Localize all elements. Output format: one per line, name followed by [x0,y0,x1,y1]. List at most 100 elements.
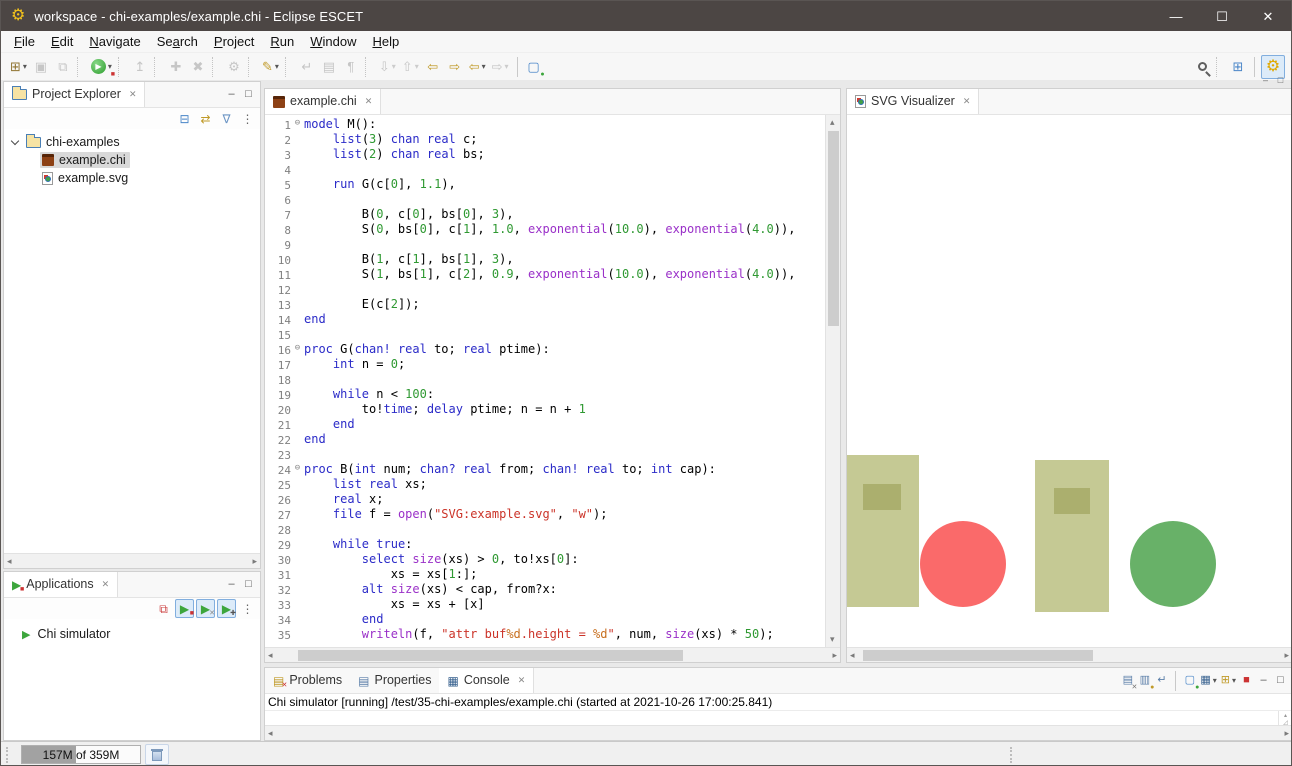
menu-navigate[interactable]: Navigate [81,34,148,49]
tab-project-explorer[interactable]: Project Explorer✕ [4,82,145,107]
statusbar-grip[interactable] [1010,747,1014,763]
code-line[interactable]: 35 writeln(f, "attr buf%d.height = %d", … [265,627,825,642]
code-line[interactable]: 4 [265,162,825,177]
minimize-view-button[interactable]: – [223,576,240,594]
tab-console[interactable]: ▦Console✕ [439,668,534,693]
open-perspective-button[interactable]: ⊞ [1228,56,1248,78]
pin-editor-button[interactable]: ▢● [524,56,544,78]
tab-applications[interactable]: ▶■Applications✕ [4,572,118,597]
auto-remove-button[interactable]: ▶✕ [196,599,215,618]
scroll-up-icon[interactable]: ▴ [830,118,835,127]
code-line[interactable]: 32 alt size(xs) < cap, from?x: [265,582,825,597]
run-garbage-collector-button[interactable] [145,744,169,765]
minimize-view-button[interactable]: – [223,86,240,104]
scroll-right-icon[interactable]: ▸ [1284,651,1289,660]
console-hscrollbar[interactable]: ◂ ▸ [265,725,1292,740]
scroll-right-icon[interactable]: ▸ [1284,729,1289,738]
scroll-down-icon[interactable]: ▾ [830,635,835,644]
open-console-button[interactable]: ⊞▾ [1219,671,1238,691]
code-line[interactable]: 11 S(1, bs[1], c[2], 0.9, exponential(10… [265,267,825,282]
code-line[interactable]: 34 end [265,612,825,627]
code-line[interactable]: 8 S(0, bs[0], c[1], 1.0, exponential(10.… [265,222,825,237]
code-line[interactable]: 21 end [265,417,825,432]
editor-vscroll-thumb[interactable] [828,131,839,326]
fold-collapse-icon[interactable]: ⊖ [291,462,304,477]
tree-item-example-chi[interactable]: example.chi [4,151,260,169]
tab-example-chi[interactable]: example.chi✕ [265,89,381,114]
close-icon[interactable]: ✕ [365,96,373,107]
window-close-button[interactable]: ✕ [1245,1,1291,31]
scroll-left-icon[interactable]: ◂ [268,651,273,660]
console-word-wrap-button[interactable]: ↵ [1153,671,1170,691]
dropdown-arrow-icon[interactable]: ▾ [482,62,486,71]
code-line[interactable]: 13 E(c[2]); [265,297,825,312]
chevron-expanded-icon[interactable] [11,136,19,144]
scroll-right-icon[interactable]: ▸ [252,557,257,566]
restore-view-button[interactable]: □ [1273,74,1288,87]
code-line[interactable]: 7 B(0, c[0], bs[0], 3), [265,207,825,222]
menu-file[interactable]: File [6,34,43,49]
dropdown-arrow-icon[interactable]: ▾ [275,62,279,71]
editor-hscroll-thumb[interactable] [298,650,683,661]
menu-run[interactable]: Run [262,34,302,49]
close-icon[interactable]: ✕ [518,675,526,686]
code-line[interactable]: 31 xs = xs[1:]; [265,567,825,582]
code-line[interactable]: 22end [265,432,825,447]
view-menu-button[interactable]: ⋮ [238,109,257,128]
code-line[interactable]: 2 list(3) chan real c; [265,132,825,147]
code-line[interactable]: 19 while n < 100: [265,387,825,402]
window-maximize-button[interactable]: ☐ [1199,1,1245,31]
forward-history-button[interactable]: ⇨ [445,56,465,78]
statusbar-grip[interactable] [6,747,10,763]
dropdown-arrow-icon[interactable]: ▾ [1232,676,1236,685]
code-line[interactable]: 18 [265,372,825,387]
back-history-button[interactable]: ⇦ [423,56,443,78]
close-icon[interactable]: ✕ [102,579,110,590]
close-icon[interactable]: ✕ [963,96,971,107]
code-line[interactable]: 5 run G(c[0], 1.1), [265,177,825,192]
menu-edit[interactable]: Edit [43,34,81,49]
code-line[interactable]: 6 [265,192,825,207]
view-menu-button[interactable]: ⋮ [238,599,257,618]
auto-expand-button[interactable]: ▶✚ [217,599,236,618]
code-line[interactable]: 16⊖proc G(chan! real to; real ptime): [265,342,825,357]
tab-svg-visualizer[interactable]: SVG Visualizer✕ [847,89,979,114]
code-line[interactable]: 27 file f = open("SVG:example.svg", "w")… [265,507,825,522]
code-line[interactable]: 28 [265,522,825,537]
code-line[interactable]: 17 int n = 0; [265,357,825,372]
maximize-view-button[interactable]: □ [240,576,257,594]
new-wizard-button[interactable]: ⊞▾ [8,56,29,78]
scroll-left-icon[interactable]: ◂ [268,729,273,738]
code-line[interactable]: 30 select size(xs) > 0, to!xs[0]: [265,552,825,567]
tab-problems[interactable]: ▤✕Problems [265,668,350,693]
code-line[interactable]: 26 real x; [265,492,825,507]
console-scroll-corner[interactable]: ▴ ◿ [1278,711,1292,725]
dropdown-arrow-icon[interactable]: ▾ [415,62,419,71]
scroll-up-icon[interactable]: ▴ [1284,712,1287,719]
pin-console-button[interactable]: ▢● [1181,671,1198,691]
menu-help[interactable]: Help [364,34,407,49]
code-line[interactable]: 9 [265,237,825,252]
code-line[interactable]: 24⊖proc B(int num; chan? real from; chan… [265,462,825,477]
application-item[interactable]: ▶Chi simulator [4,619,260,641]
fold-collapse-icon[interactable]: ⊖ [291,117,304,132]
code-line[interactable]: 3 list(2) chan real bs; [265,147,825,162]
remove-all-terminated-button[interactable]: ⧉ [154,599,173,618]
tree-item-example-svg[interactable]: example.svg [4,169,260,187]
clear-console-button[interactable]: ▤✕ [1119,671,1136,691]
scroll-left-icon[interactable]: ◂ [850,651,855,660]
menu-search[interactable]: Search [149,34,206,49]
fold-collapse-icon[interactable]: ⊖ [291,342,304,357]
tree-item-chi-examples[interactable]: chi-examples [4,133,260,151]
filters-button[interactable]: ∇ [217,109,236,128]
scroll-lock-button[interactable]: ▥● [1136,671,1153,691]
code-line[interactable]: 12 [265,282,825,297]
terminate-button[interactable]: ■ [1238,671,1255,691]
code-line[interactable]: 15 [265,327,825,342]
code-line[interactable]: 23 [265,447,825,462]
dropdown-arrow-icon[interactable]: ▾ [23,62,27,71]
editor-vscrollbar[interactable]: ▴ ▾ [825,115,840,647]
console-output-area[interactable]: ▴ ◿ [265,711,1292,725]
back-button[interactable]: ⇦▾ [467,56,488,78]
auto-terminate-button[interactable]: ▶■ [175,599,194,618]
